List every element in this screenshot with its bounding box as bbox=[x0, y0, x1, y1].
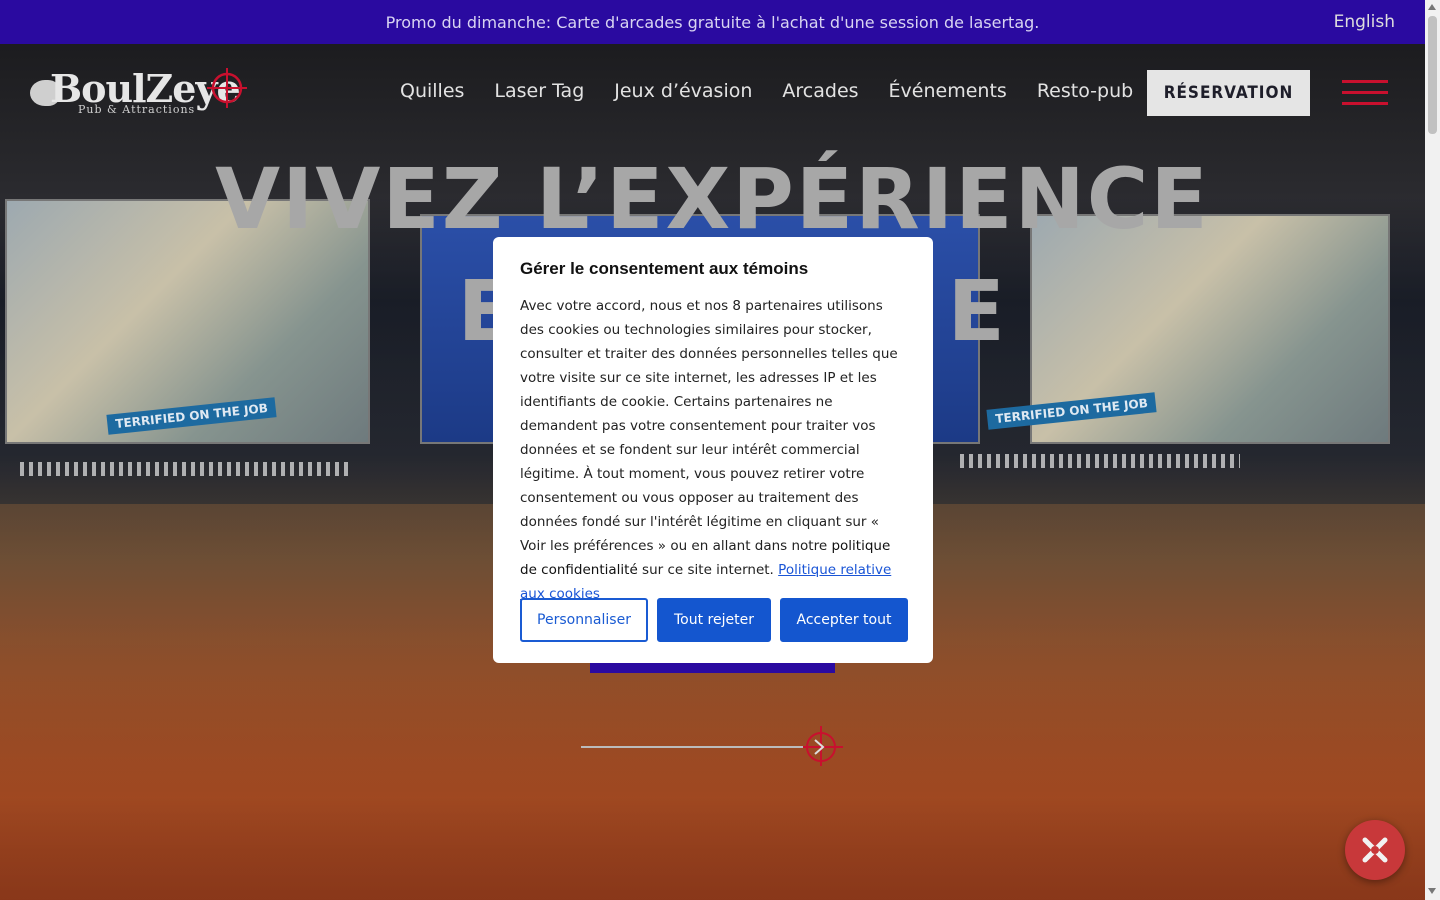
scrollbar-thumb[interactable] bbox=[1428, 16, 1437, 134]
nav-quilles[interactable]: Quilles bbox=[400, 80, 464, 102]
consent-body-text: Avec votre accord, nous et nos 8 partena… bbox=[520, 298, 898, 554]
reservation-button[interactable]: RÉSERVATION bbox=[1147, 70, 1310, 116]
accept-all-button[interactable]: Accepter tout bbox=[780, 598, 908, 642]
consent-buttons: Personnaliser Tout rejeter Accepter tout bbox=[520, 598, 908, 642]
customize-button[interactable]: Personnaliser bbox=[520, 598, 648, 642]
promo-text: Promo du dimanche: Carte d'arcades gratu… bbox=[385, 12, 1040, 32]
nav-arcades[interactable]: Arcades bbox=[782, 80, 858, 102]
language-link[interactable]: English bbox=[1334, 12, 1395, 32]
screen-tag-left: TERRIFIED ON THE JOB bbox=[106, 397, 277, 435]
hero-headline-line1: VIVEZ L’EXPÉRIENCE bbox=[215, 150, 1210, 248]
nav-resto-pub[interactable]: Resto-pub bbox=[1037, 80, 1133, 102]
main-nav: Quilles Laser Tag Jeux d’évasion Arcades… bbox=[400, 80, 1163, 102]
logo-subtitle: Pub & Attractions bbox=[78, 103, 196, 116]
scroll-down-arrow-icon[interactable] bbox=[803, 726, 843, 766]
chat-logo-icon bbox=[1362, 837, 1388, 863]
screen-tag-right: TERRIFIED ON THE JOB bbox=[986, 392, 1157, 430]
bowling-pins-right bbox=[960, 454, 1240, 468]
cookie-consent-dialog: Gérer le consentement aux témoins Avec v… bbox=[493, 237, 933, 663]
scroll-arrow-line bbox=[581, 746, 821, 748]
scroll-up-icon[interactable] bbox=[1428, 4, 1436, 10]
chat-widget-button[interactable] bbox=[1345, 820, 1405, 880]
consent-body: Avec votre accord, nous et nos 8 partena… bbox=[520, 294, 906, 606]
crosshair-icon bbox=[207, 68, 247, 108]
nav-evenements[interactable]: Événements bbox=[889, 80, 1007, 102]
consent-body-text-end: sur ce site internet. bbox=[637, 562, 774, 578]
page-scrollbar[interactable] bbox=[1425, 0, 1440, 900]
site-logo[interactable]: BoulZeye Pub & Attractions bbox=[30, 66, 247, 122]
nav-jeux-evasion[interactable]: Jeux d’évasion bbox=[614, 80, 752, 102]
hamburger-icon[interactable] bbox=[1342, 80, 1388, 106]
hero-headline-line2-right: E bbox=[947, 262, 1007, 360]
nav-laser-tag[interactable]: Laser Tag bbox=[494, 80, 584, 102]
promo-banner: Promo du dimanche: Carte d'arcades gratu… bbox=[0, 0, 1425, 44]
scroll-down-icon[interactable] bbox=[1428, 888, 1436, 894]
reject-all-button[interactable]: Tout rejeter bbox=[657, 598, 771, 642]
bowling-pins-left bbox=[20, 462, 350, 476]
consent-title: Gérer le consentement aux témoins bbox=[520, 259, 809, 278]
